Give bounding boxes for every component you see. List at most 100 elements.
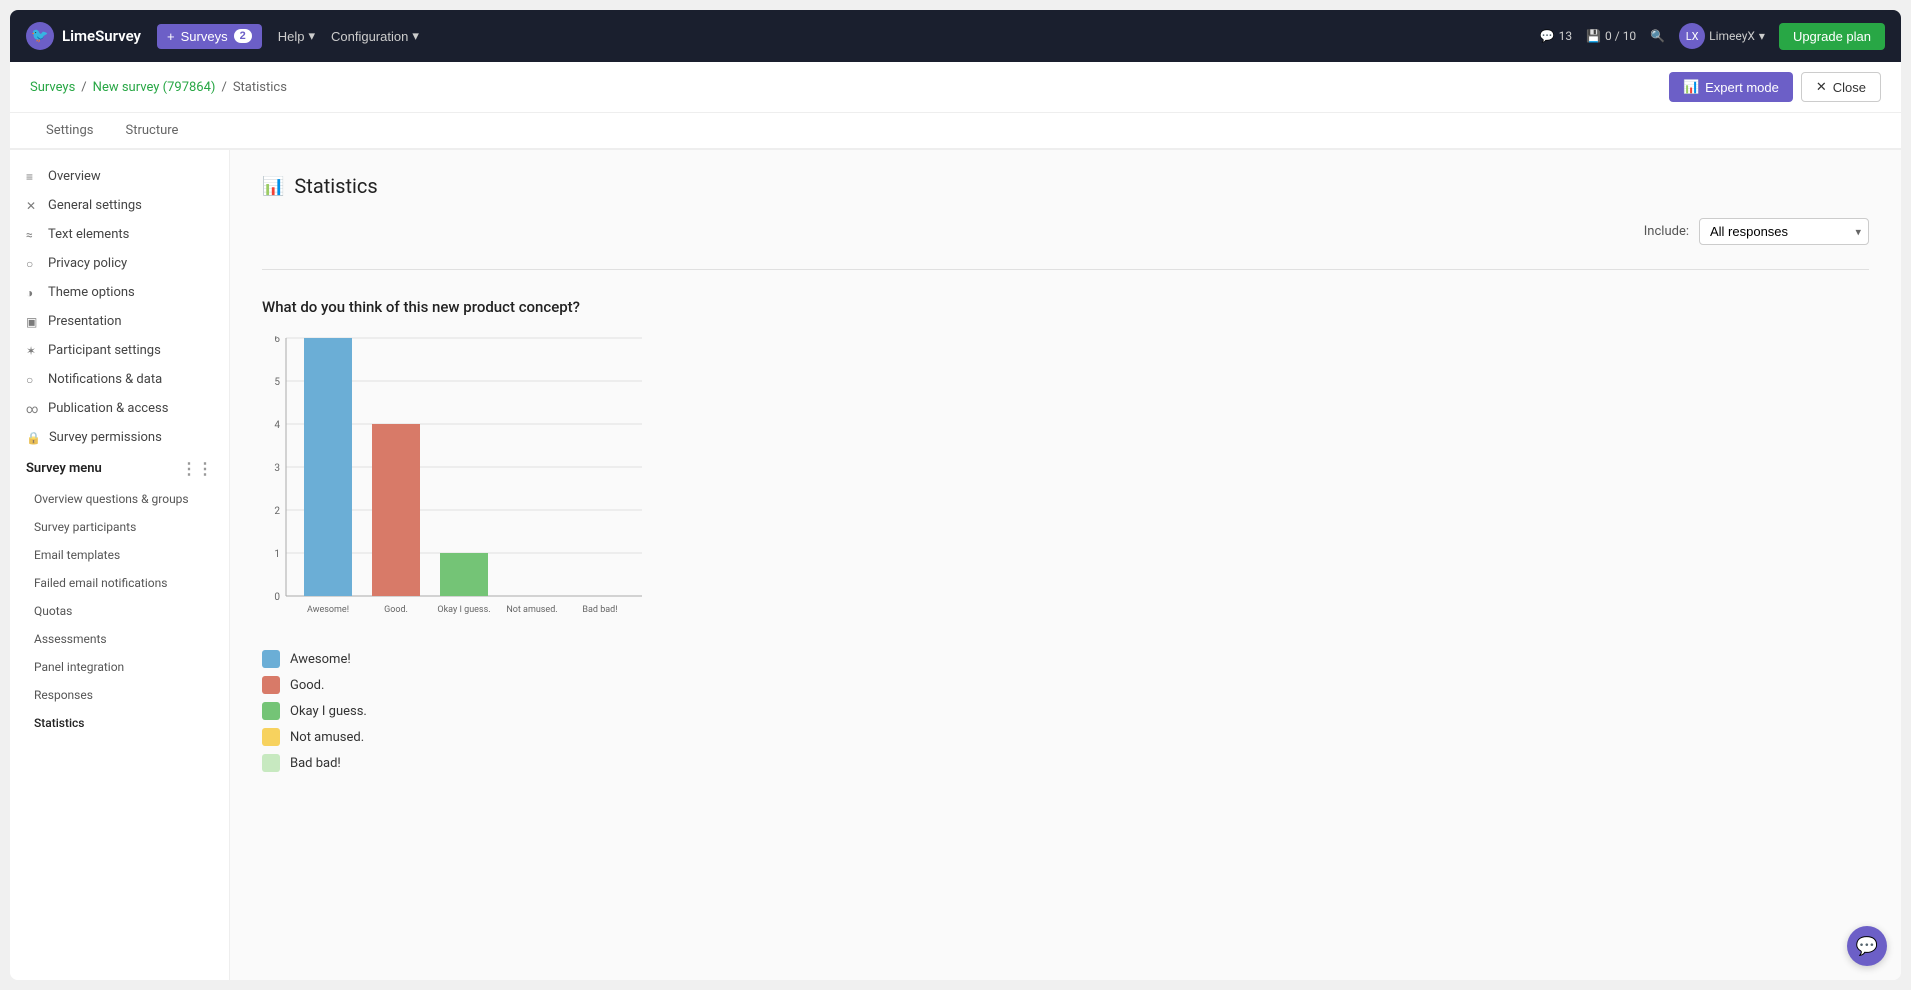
notifications-data-icon: ○ [26, 373, 40, 387]
filter-select[interactable]: All responses Completed responses Incomp… [1699, 218, 1869, 245]
sidebar-item-survey-permissions[interactable]: 🔒 Survey permissions [10, 423, 229, 452]
breadcrumb-bar: Surveys / New survey (797864) / Statisti… [10, 62, 1901, 113]
notifications-icon: 💬 [1540, 29, 1555, 43]
help-chevron-icon: ▾ [308, 28, 315, 44]
svg-text:Awesome!: Awesome! [307, 605, 349, 615]
storage-label: 0 / 10 [1605, 29, 1636, 43]
filter-label: Include: [1644, 224, 1689, 239]
storage-item: 💾 0 / 10 [1586, 29, 1636, 43]
breadcrumb-surveys-link[interactable]: Surveys [30, 80, 75, 95]
navbar: 🐦 LimeSurvey + Surveys 2 Help ▾ Configur… [10, 10, 1901, 62]
question-section: What do you think of this new product co… [262, 298, 1869, 772]
sidebar-label-overview-questions-groups: Overview questions & groups [34, 492, 189, 506]
tab-settings[interactable]: Settings [30, 113, 109, 150]
sidebar-item-quotas[interactable]: Quotas [10, 597, 229, 625]
bar-chart: 0 1 2 3 4 5 6 [262, 336, 652, 626]
sidebar-item-notifications-data[interactable]: ○ Notifications & data [10, 365, 229, 394]
sidebar-label-panel-integration: Panel integration [34, 660, 124, 674]
storage-icon: 💾 [1586, 29, 1601, 43]
page-title-row: 📊 Statistics [262, 174, 1869, 198]
sidebar-item-privacy-policy[interactable]: ○ Privacy policy [10, 249, 229, 278]
surveys-badge: 2 [234, 29, 252, 43]
svg-text:4: 4 [274, 420, 280, 431]
breadcrumb-current: Statistics [233, 80, 287, 95]
sidebar-item-failed-email-notifications[interactable]: Failed email notifications [10, 569, 229, 597]
sidebar-item-participant-settings[interactable]: ✶ Participant settings [10, 336, 229, 365]
notifications-item: 💬 13 [1540, 29, 1572, 43]
legend: Awesome! Good. Okay I guess. Not amused. [262, 650, 1869, 772]
svg-text:3: 3 [274, 463, 280, 474]
legend-item-okay: Okay I guess. [262, 702, 1869, 720]
close-button[interactable]: ✕ Close [1801, 72, 1881, 102]
svg-text:1: 1 [274, 549, 280, 560]
app-logo: 🐦 LimeSurvey [26, 22, 141, 50]
legend-label-good: Good. [290, 678, 324, 693]
bar-okay [440, 553, 488, 596]
theme-options-icon: ◑ [26, 286, 40, 300]
legend-color-good [262, 676, 280, 694]
text-elements-icon: ≈ [26, 228, 40, 242]
sidebar-item-theme-options[interactable]: ◑ Theme options [10, 278, 229, 307]
legend-color-okay [262, 702, 280, 720]
legend-label-okay: Okay I guess. [290, 704, 367, 719]
publication-access-icon: ∞ [26, 402, 40, 416]
sidebar-label-survey-menu: Survey menu [26, 461, 102, 476]
svg-text:Not amused.: Not amused. [506, 605, 557, 615]
sidebar-label-general-settings: General settings [48, 198, 142, 213]
breadcrumb-sep1: / [81, 80, 86, 95]
sidebar-label-statistics: Statistics [34, 716, 84, 730]
legend-item-bad: Bad bad! [262, 754, 1869, 772]
filter-select-wrapper: All responses Completed responses Incomp… [1699, 218, 1869, 245]
sidebar-item-statistics[interactable]: Statistics [10, 709, 229, 737]
sidebar-label-text-elements: Text elements [48, 227, 129, 242]
configuration-label: Configuration [331, 29, 408, 44]
configuration-chevron-icon: ▾ [412, 28, 419, 44]
expert-mode-button[interactable]: 📊 Expert mode [1669, 72, 1793, 102]
tab-structure[interactable]: Structure [109, 113, 194, 150]
sidebar-item-responses[interactable]: Responses [10, 681, 229, 709]
sidebar-item-text-elements[interactable]: ≈ Text elements [10, 220, 229, 249]
sidebar-item-email-templates[interactable]: Email templates [10, 541, 229, 569]
chat-fab[interactable]: 💬 [1847, 926, 1887, 966]
sidebar-item-publication-access[interactable]: ∞ Publication & access [10, 394, 229, 423]
navbar-right: 💬 13 💾 0 / 10 🔍 LX LimeeyX ▾ Upgrade pla… [1540, 23, 1885, 50]
sidebar-item-assessments[interactable]: Assessments [10, 625, 229, 653]
legend-color-awesome [262, 650, 280, 668]
upgrade-button[interactable]: Upgrade plan [1779, 23, 1885, 50]
general-settings-icon: ✕ [26, 199, 40, 213]
search-item[interactable]: 🔍 [1650, 29, 1665, 43]
sidebar-label-participant-settings: Participant settings [48, 343, 161, 358]
surveys-button[interactable]: + Surveys 2 [157, 24, 262, 49]
svg-text:5: 5 [274, 377, 280, 388]
configuration-button[interactable]: Configuration ▾ [331, 28, 419, 44]
bar-good [372, 424, 420, 596]
sidebar-label-publication-access: Publication & access [48, 401, 168, 416]
sidebar-label-email-templates: Email templates [34, 548, 120, 562]
help-button[interactable]: Help ▾ [278, 28, 315, 44]
content-area: ≡ Overview ✕ General settings ≈ Text ele… [10, 150, 1901, 980]
privacy-policy-icon: ○ [26, 257, 40, 271]
legend-item-good: Good. [262, 676, 1869, 694]
breadcrumb-survey-link[interactable]: New survey (797864) [93, 80, 216, 95]
presentation-icon: ▣ [26, 315, 40, 329]
sidebar-label-notifications-data: Notifications & data [48, 372, 162, 387]
sidebar-item-overview-questions-groups[interactable]: Overview questions & groups [10, 485, 229, 513]
app-name: LimeSurvey [62, 27, 141, 45]
sidebar-item-survey-participants[interactable]: Survey participants [10, 513, 229, 541]
sidebar-label-survey-participants: Survey participants [34, 520, 136, 534]
user-menu[interactable]: LX LimeeyX ▾ [1679, 23, 1765, 49]
sidebar-item-panel-integration[interactable]: Panel integration [10, 653, 229, 681]
divider [262, 269, 1869, 270]
surveys-label: Surveys [181, 29, 228, 44]
sidebar-item-presentation[interactable]: ▣ Presentation [10, 307, 229, 336]
legend-label-not-amused: Not amused. [290, 730, 364, 745]
sidebar-item-overview[interactable]: ≡ Overview [10, 162, 229, 191]
sidebar: ≡ Overview ✕ General settings ≈ Text ele… [10, 150, 230, 980]
sidebar-item-general-settings[interactable]: ✕ General settings [10, 191, 229, 220]
search-icon: 🔍 [1650, 29, 1665, 43]
svg-text:Bad bad!: Bad bad! [582, 605, 617, 615]
chat-icon: 💬 [1856, 936, 1878, 957]
bar-awesome [304, 338, 352, 596]
username-label: LimeeyX [1709, 29, 1755, 43]
main-content: 📊 Statistics Include: All responses Comp… [230, 150, 1901, 980]
